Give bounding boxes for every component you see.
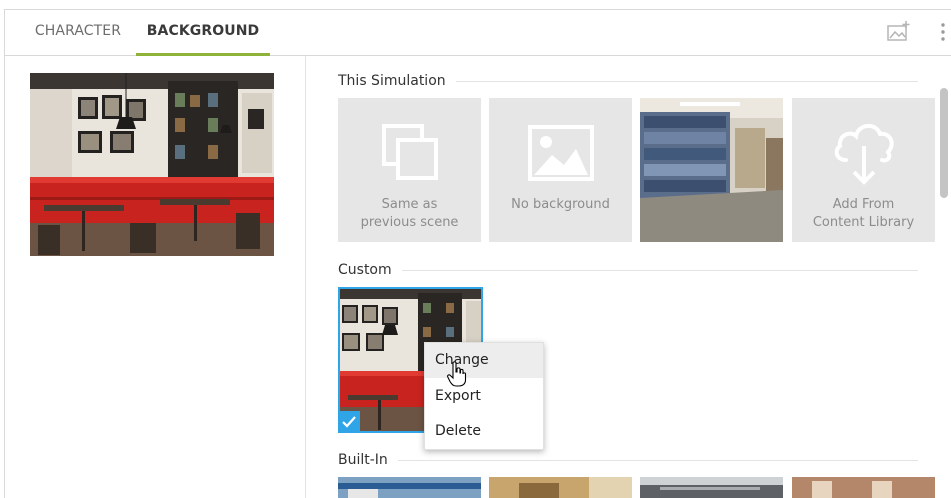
tab-bar: CHARACTER BACKGROUND	[5, 10, 951, 56]
tile-same-as-previous[interactable]: Same as previous scene	[338, 98, 481, 242]
section-custom: Custom	[338, 261, 918, 279]
preview-pane	[5, 56, 306, 498]
section-title: Custom	[338, 262, 392, 278]
tile-library-background[interactable]	[640, 98, 783, 242]
tile-label: Add From	[832, 197, 895, 212]
context-menu: Change Export Delete	[424, 342, 544, 450]
scrollbar-thumb[interactable]	[940, 88, 948, 198]
current-background-preview	[30, 73, 274, 256]
section-divider	[397, 459, 918, 461]
tile-no-background[interactable]: No background	[489, 98, 632, 242]
tile-built-in-1[interactable]	[338, 477, 481, 498]
menu-item-delete[interactable]: Delete	[425, 414, 543, 449]
more-vertical-icon[interactable]	[939, 22, 947, 44]
tab-character[interactable]: CHARACTER	[19, 10, 137, 55]
background-list-pane: This Simulation Same as previous scene N…	[306, 56, 951, 498]
tile-label: No background	[511, 197, 610, 212]
cloud-download-icon	[834, 124, 894, 185]
section-divider	[401, 269, 918, 271]
tile-built-in-4[interactable]	[792, 477, 935, 498]
tile-label: Content Library	[812, 215, 915, 230]
section-divider	[455, 80, 918, 82]
section-this-simulation: This Simulation	[338, 72, 918, 90]
tile-label: previous scene	[360, 215, 459, 230]
image-placeholder-icon	[528, 125, 594, 181]
menu-item-change[interactable]: Change	[425, 343, 543, 378]
tile-built-in-2[interactable]	[489, 477, 632, 498]
tile-label: Same as	[381, 197, 438, 212]
hand-pointer-icon	[447, 361, 467, 387]
scrollbar[interactable]	[940, 72, 948, 498]
section-title: This Simulation	[338, 73, 446, 89]
tile-add-from-content-library[interactable]: Add From Content Library	[792, 98, 935, 242]
tab-background[interactable]: BACKGROUND	[136, 10, 270, 56]
menu-item-export[interactable]: Export	[425, 379, 543, 414]
tile-built-in-3[interactable]	[640, 477, 783, 498]
add-image-icon[interactable]	[887, 20, 911, 42]
section-title: Built-In	[338, 452, 388, 468]
selected-check-icon	[338, 411, 360, 433]
copy-pages-icon	[382, 124, 438, 180]
section-built-in: Built-In	[338, 451, 918, 469]
